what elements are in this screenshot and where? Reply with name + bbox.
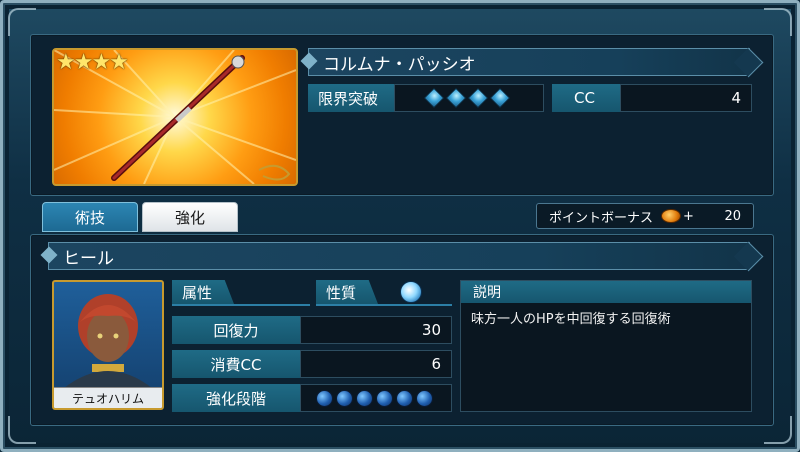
- weapon-name: コルムナ・パッシオ: [323, 54, 476, 75]
- frame-corner-ornament: [8, 8, 36, 36]
- tab-enhance-label: 強化: [174, 208, 205, 227]
- description-text: 味方一人のHPを中回復する回復術: [471, 312, 671, 327]
- nature-label-tag: 性質: [316, 280, 378, 304]
- recovery-label-box: 回復力: [172, 316, 300, 344]
- cost-label: 消費CC: [210, 355, 262, 374]
- recovery-value-box: 30: [300, 316, 452, 344]
- tab-skill[interactable]: 術技: [42, 202, 138, 232]
- point-bonus-box: ポイントボーナス + 20: [536, 203, 754, 229]
- enhance-orb-icon: [336, 389, 353, 407]
- recovery-label: 回復力: [213, 321, 259, 340]
- point-bonus-label: ポイントボーナス: [549, 210, 654, 226]
- skill-name: ヒール: [63, 248, 114, 269]
- enhance-orb-icon: [396, 389, 413, 407]
- rarity-stars: ★★★★: [56, 50, 129, 75]
- limit-break-value: [394, 84, 544, 112]
- cc-value-box: 4: [620, 84, 752, 112]
- enhance-orb-icon: [316, 389, 333, 407]
- tab-enhance[interactable]: 強化: [142, 202, 238, 232]
- limit-break-gem-icon: [423, 87, 445, 109]
- character-name-plate: テュオハリム: [54, 387, 162, 408]
- enhance-orbs-box: [300, 384, 452, 412]
- cc-label: CC: [574, 89, 595, 107]
- limit-break-gem-icon: [445, 87, 467, 109]
- enhance-orb-icon: [376, 389, 393, 407]
- limit-break-gem-icon: [467, 87, 489, 109]
- cost-value-box: 6: [300, 350, 452, 378]
- cost-label-box: 消費CC: [172, 350, 300, 378]
- enhance-orb-icon: [416, 389, 433, 407]
- skill-name-bar: ヒール: [40, 241, 764, 272]
- description-header: 説明: [461, 281, 751, 303]
- cost-value: 6: [431, 355, 441, 373]
- cc-label-box: CC: [552, 84, 620, 112]
- description-label: 説明: [473, 285, 501, 301]
- character-portrait: テュオハリム: [52, 280, 164, 410]
- nature-label-box: 性質: [316, 280, 452, 306]
- enhance-orb-icon: [356, 389, 373, 407]
- description-box: 説明 味方一人のHPを中回復する回復術: [460, 280, 752, 412]
- limit-break-label: 限界突破: [318, 89, 379, 108]
- weapon-image: ★★★★: [52, 48, 298, 186]
- limit-break-gem-icon: [489, 87, 511, 109]
- attribute-label-box: 属性: [172, 280, 310, 306]
- recovery-value: 30: [421, 321, 441, 339]
- frame-corner-ornament: [764, 8, 792, 36]
- cc-value: 4: [731, 89, 741, 107]
- nature-label: 性質: [326, 283, 357, 302]
- character-name: テュオハリム: [71, 391, 144, 406]
- tab-skill-label: 術技: [74, 208, 105, 227]
- point-bonus-value: 20: [724, 208, 741, 224]
- limit-break-label-box: 限界突破: [308, 84, 394, 112]
- crystal-element-icon: [400, 281, 422, 303]
- coin-icon: [661, 209, 682, 223]
- attribute-label-tag: 属性: [172, 280, 234, 304]
- weapon-name-bar: コルムナ・パッシオ: [300, 47, 764, 78]
- enhance-label: 強化段階: [205, 389, 266, 408]
- attribute-label: 属性: [182, 283, 213, 302]
- character-avatar: [64, 294, 152, 388]
- point-bonus-plus: +: [683, 208, 694, 224]
- enhance-label-box: 強化段階: [172, 384, 300, 412]
